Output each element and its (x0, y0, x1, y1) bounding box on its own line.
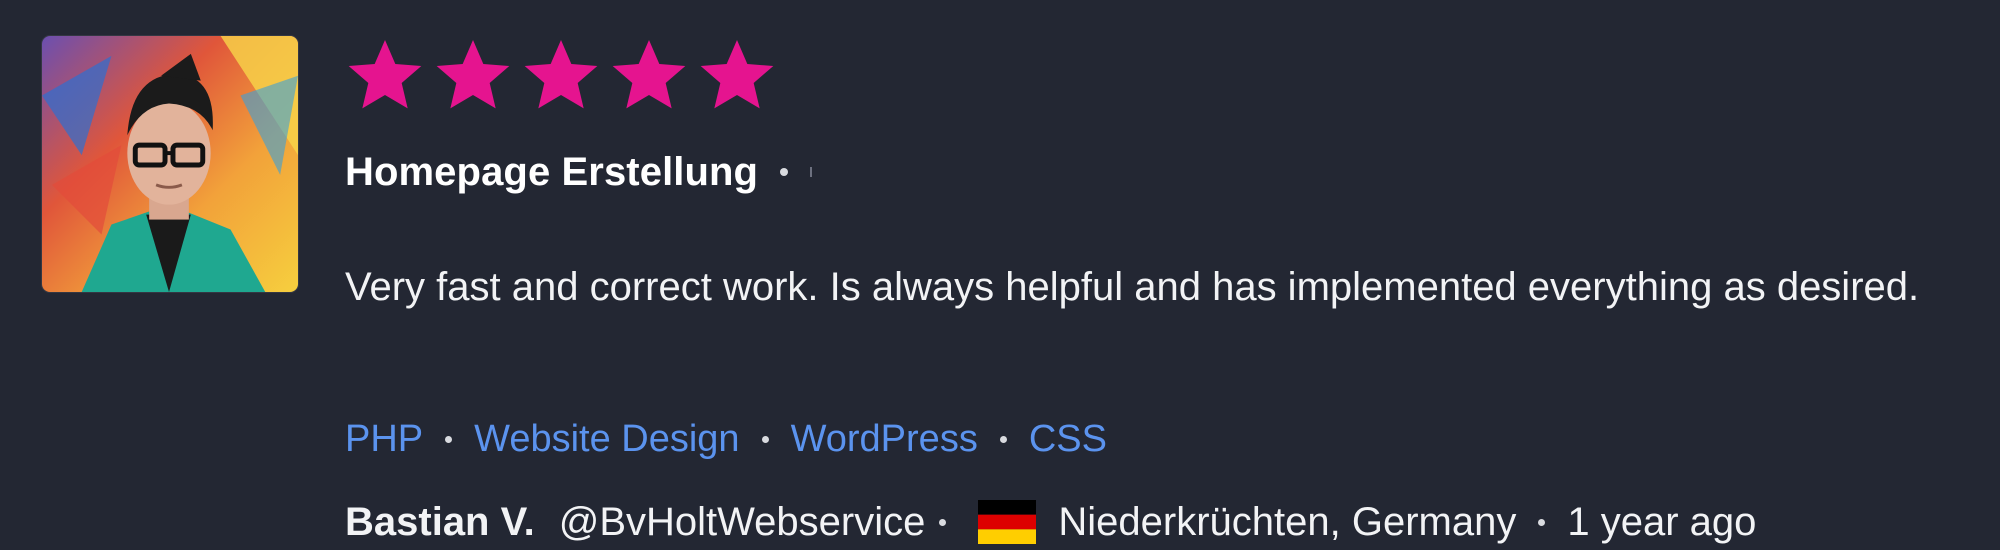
skill-link[interactable]: CSS (1029, 418, 1107, 461)
star-icon (345, 35, 425, 115)
separator-dot (761, 435, 769, 443)
author-handle[interactable]: @BvHoltWebservice (559, 500, 926, 545)
skill-link[interactable]: Website Design (474, 418, 739, 461)
project-title[interactable]: Homepage Erstellung (345, 150, 758, 195)
separator-dot (999, 435, 1007, 443)
separator-dot (445, 435, 453, 443)
star-icon (697, 35, 777, 115)
review-text: Very fast and correct work. Is always he… (345, 265, 1920, 309)
star-icon (433, 35, 513, 115)
project-title-row: Homepage Erstellung (345, 144, 813, 200)
germany-flag-icon (978, 500, 1037, 544)
separator-dot (939, 518, 947, 526)
separator-dot (780, 168, 789, 176)
review-time: 1 year ago (1567, 499, 1757, 544)
skill-link[interactable]: WordPress (791, 418, 978, 461)
star-icon (521, 35, 601, 115)
author-location: Niederkrüchten, Germany (1058, 499, 1517, 544)
skills-list: PHP Website Design WordPress CSS (345, 411, 1107, 467)
star-icon (609, 35, 689, 115)
separator-dot (1538, 518, 1546, 526)
review-card: Homepage Erstellung Very fast and correc… (0, 0, 2000, 548)
author-name[interactable]: Bastian V. (345, 500, 535, 545)
truncated-meta (810, 167, 813, 177)
author-row: Bastian V. @BvHoltWebservice Niederkrüch… (345, 494, 1756, 550)
avatar[interactable] (41, 35, 299, 293)
star-rating (345, 35, 777, 115)
skill-link[interactable]: PHP (345, 418, 423, 461)
